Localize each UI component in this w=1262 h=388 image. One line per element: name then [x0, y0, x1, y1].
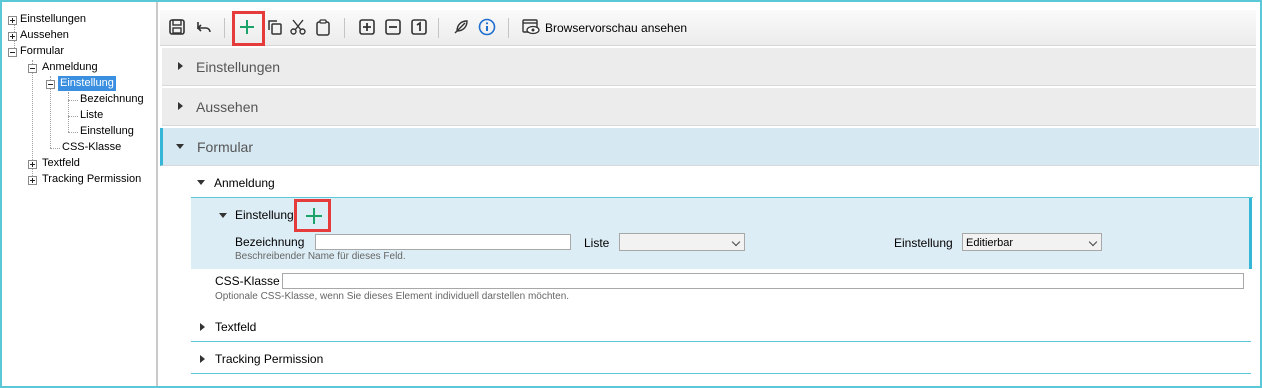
tree-item-label: Textfeld	[42, 157, 80, 169]
group-tracking-title[interactable]: Tracking Permission	[215, 352, 323, 366]
tree-item-label: Aussehen	[20, 29, 69, 41]
tree-item-label: Einstellungen	[20, 13, 87, 25]
window-frame: Einstellungen Aussehen Formular Anmeldun…	[0, 0, 1262, 388]
scissors-icon	[290, 19, 306, 35]
liste-select[interactable]	[619, 233, 745, 251]
expand-plus-icon[interactable]	[28, 160, 37, 169]
collapse-minus-icon[interactable]	[28, 64, 37, 73]
browser-preview-icon	[522, 19, 540, 35]
tree-connector	[68, 116, 78, 117]
expand-plus-icon[interactable]	[28, 176, 37, 185]
einstellung-group: Einstellung Bezeichnung Beschreibender N…	[191, 198, 1252, 269]
expanded-arrow-icon	[176, 144, 184, 149]
tree-connector	[68, 132, 78, 133]
info-button[interactable]	[476, 16, 498, 38]
save-icon	[169, 19, 185, 35]
bezeichnung-input[interactable]	[315, 234, 571, 250]
toolbar-separator	[508, 18, 509, 38]
toolbar-separator	[224, 18, 225, 38]
group-divider	[191, 373, 1251, 374]
collapse-minus-icon[interactable]	[46, 80, 55, 89]
first-level-button[interactable]	[408, 16, 430, 38]
section-title: Formular	[197, 139, 254, 155]
chevron-down-icon	[731, 237, 741, 247]
group-anmeldung-title[interactable]: Anmeldung	[214, 176, 275, 190]
info-icon	[478, 18, 496, 36]
css-klasse-input[interactable]	[282, 273, 1244, 289]
undo-icon	[196, 22, 211, 33]
einstellung-value: Editierbar	[966, 237, 1014, 249]
section-title: Einstellungen	[196, 59, 281, 75]
chevron-down-icon	[1088, 237, 1098, 247]
section-formular[interactable]: Formular	[160, 128, 1259, 166]
highlight-box	[232, 11, 265, 46]
expand-all-button[interactable]	[356, 16, 378, 38]
bezeichnung-label: Bezeichnung	[235, 235, 305, 249]
tree-item-css-klasse[interactable]: CSS-Klasse	[62, 140, 121, 156]
navigation-tree: Einstellungen Aussehen Formular Anmeldun…	[2, 2, 158, 386]
tree-item-label: Anmeldung	[42, 61, 98, 73]
tree-item-label: Bezeichnung	[80, 93, 144, 105]
collapsed-arrow-icon	[178, 62, 183, 70]
group-divider	[191, 341, 1251, 342]
liste-label: Liste	[584, 236, 610, 250]
tree-item-label: Einstellung	[80, 125, 134, 137]
plus-square-icon	[359, 19, 375, 35]
tree-connector	[68, 92, 69, 132]
group-einstellung-title[interactable]: Einstellung	[235, 208, 294, 222]
tree-item-label: Liste	[80, 109, 104, 121]
toolbar: Browservorschau ansehen	[160, 10, 1256, 46]
minus-square-icon	[385, 19, 401, 35]
group-textfeld-title[interactable]: Textfeld	[215, 320, 256, 334]
einstellung-label: Einstellung	[894, 236, 953, 250]
bezeichnung-hint: Beschreibender Name für dieses Feld.	[235, 251, 406, 262]
tree-item-bezeichnung[interactable]: Bezeichnung	[80, 92, 144, 108]
collapsed-arrow-icon	[178, 102, 183, 110]
editor-panel: Browservorschau ansehen Einstellungen Au…	[160, 2, 1260, 386]
tree-connector	[50, 148, 60, 149]
tree-item-label: Einstellung	[58, 76, 116, 91]
one-square-icon	[411, 19, 427, 35]
expanded-arrow-icon[interactable]	[219, 213, 227, 218]
edit-button[interactable]	[450, 16, 472, 38]
tree-item-label: Tracking Permission	[42, 173, 142, 185]
copy-button[interactable]	[264, 16, 286, 38]
tree-item-label: CSS-Klasse	[62, 141, 122, 153]
save-button[interactable]	[166, 16, 188, 38]
css-klasse-label: CSS-Klasse	[215, 274, 280, 288]
preview-button-label[interactable]: Browservorschau ansehen	[545, 21, 687, 35]
collapsed-arrow-icon[interactable]	[200, 355, 205, 363]
preview-icon-button[interactable]	[520, 16, 542, 38]
css-klasse-hint: Optionale CSS-Klasse, wenn Sie dieses El…	[215, 291, 570, 302]
clipboard-icon	[316, 19, 330, 36]
toolbar-separator	[438, 18, 439, 38]
section-aussehen[interactable]: Aussehen	[162, 88, 1256, 126]
collapsed-arrow-icon[interactable]	[200, 323, 205, 331]
tree-item-label: Formular	[20, 45, 65, 57]
einstellung-select[interactable]: Editierbar	[962, 233, 1102, 251]
expand-plus-icon[interactable]	[8, 16, 17, 25]
paste-button[interactable]	[312, 16, 334, 38]
tree-item-einstellung[interactable]: Einstellung	[80, 124, 134, 140]
collapse-all-button[interactable]	[382, 16, 404, 38]
highlight-box	[294, 199, 331, 232]
tree-connector	[68, 100, 78, 101]
tree-item-liste[interactable]: Liste	[80, 108, 103, 124]
collapse-minus-icon[interactable]	[8, 48, 17, 57]
cut-button[interactable]	[287, 16, 309, 38]
toolbar-separator	[344, 18, 345, 38]
copy-icon	[268, 20, 282, 35]
feather-icon	[454, 20, 468, 34]
undo-button[interactable]	[193, 16, 215, 38]
section-title: Aussehen	[196, 99, 259, 115]
section-einstellungen[interactable]: Einstellungen	[162, 48, 1256, 86]
expanded-arrow-icon[interactable]	[197, 180, 205, 185]
expand-plus-icon[interactable]	[8, 32, 17, 41]
